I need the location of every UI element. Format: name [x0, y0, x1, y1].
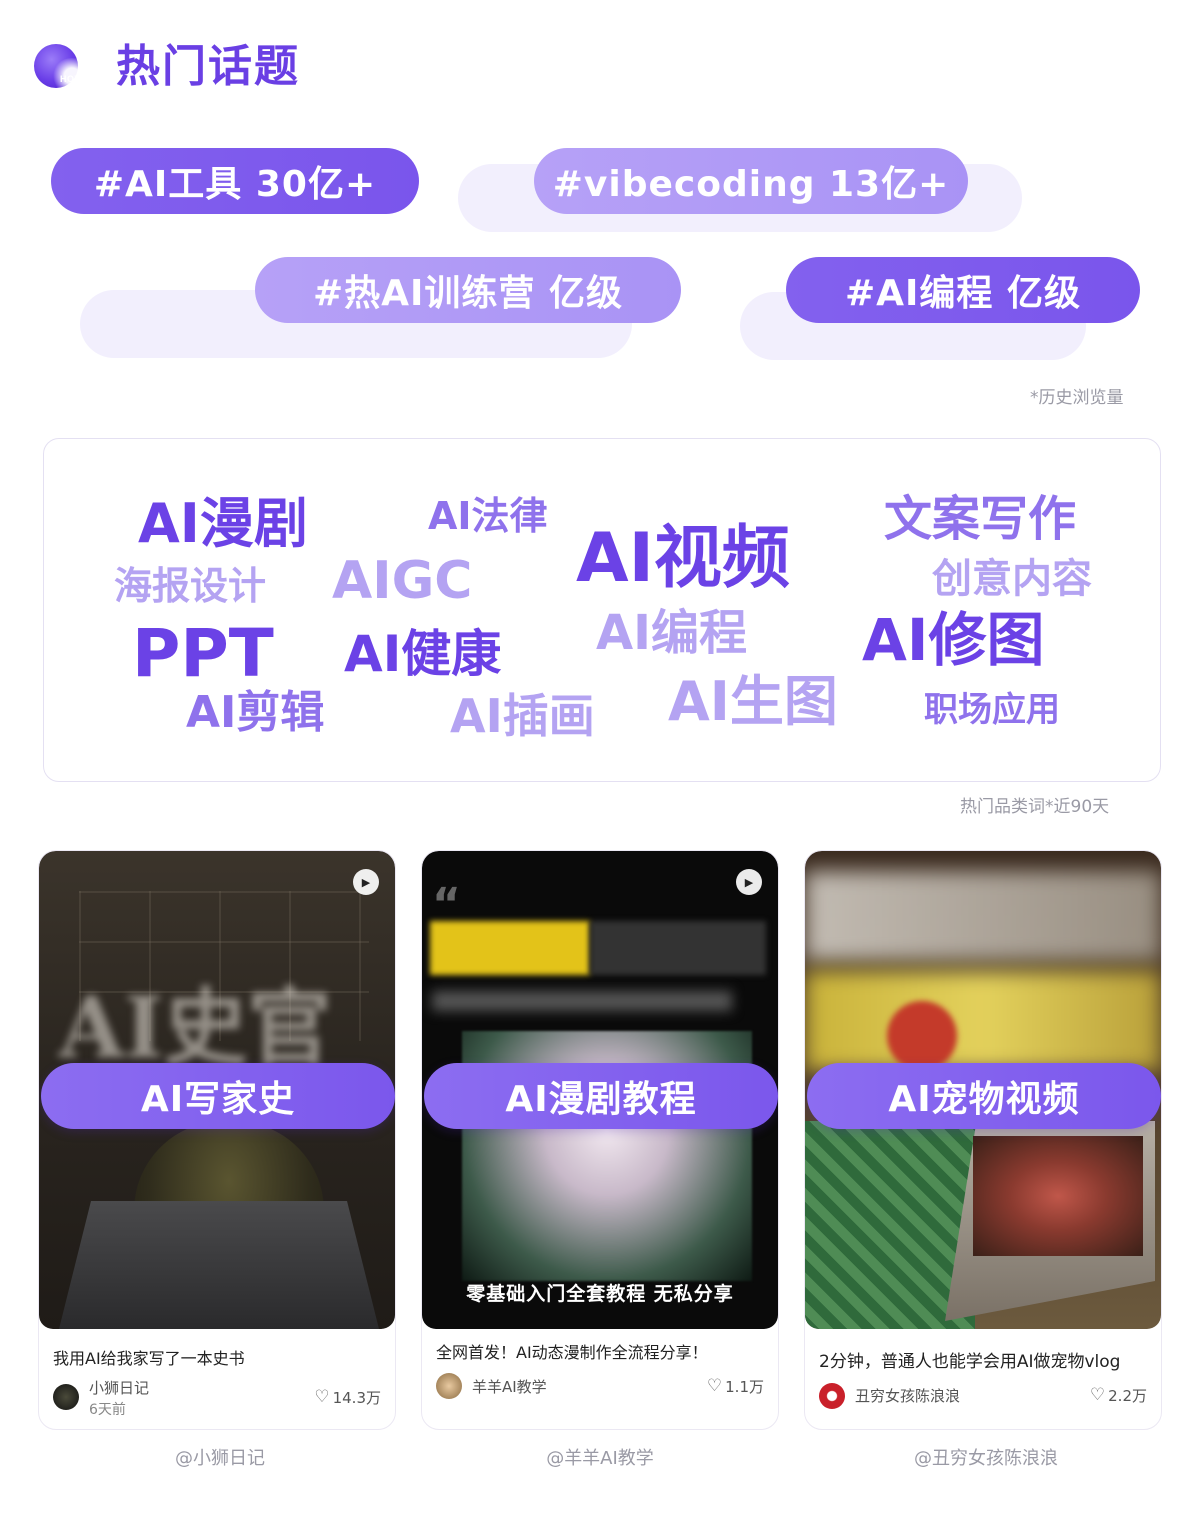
cloud-word[interactable]: AI视频 [576, 525, 790, 593]
avatar[interactable] [436, 1373, 462, 1399]
cloud-word[interactable]: AI剪辑 [186, 691, 324, 735]
author-name[interactable]: 羊羊AI教学 [472, 1376, 547, 1397]
like-count[interactable]: ♡ 1.1万 [707, 1376, 764, 1397]
topic-pill-ai-tools[interactable]: #AI工具 30亿+ [51, 148, 419, 214]
card-title[interactable]: 全网首发！AI动态漫制作全流程分享！ [436, 1339, 768, 1363]
card-credit: @羊羊AI教学 [546, 1448, 654, 1469]
avatar[interactable] [819, 1383, 845, 1409]
avatar[interactable] [53, 1384, 79, 1410]
cloud-word[interactable]: PPT [132, 621, 274, 687]
card-tag: AI写家史 [41, 1063, 395, 1129]
topic-pill-ai-coding[interactable]: #AI编程 亿级 [786, 257, 1140, 323]
like-count-value: 2.2万 [1108, 1387, 1147, 1405]
heart-icon: ♡ [706, 1376, 723, 1396]
cloud-word[interactable]: AI健康 [344, 629, 501, 679]
cloud-word[interactable]: AI漫剧 [138, 497, 308, 551]
hot-logo: HOT [34, 44, 96, 96]
like-count[interactable]: ♡ 14.3万 [314, 1387, 381, 1408]
card-title[interactable]: 2分钟，普通人也能学会用AI做宠物vlog [819, 1347, 1151, 1372]
cloud-word[interactable]: AIGC [332, 555, 472, 607]
video-card[interactable]: “ 零基础入门全套教程 无私分享 ▶ AI漫剧教程 全网首发！AI动态漫制作全流… [421, 850, 779, 1430]
cloud-word[interactable]: AI生图 [668, 675, 838, 729]
card-tag: AI漫剧教程 [424, 1063, 778, 1129]
play-icon[interactable]: ▶ [353, 869, 379, 895]
heart-icon: ♡ [314, 1387, 330, 1407]
topic-pill-vibecoding[interactable]: #vibecoding 13亿+ [534, 148, 968, 214]
cloud-word[interactable]: AI插画 [450, 693, 595, 739]
card-tag: AI宠物视频 [807, 1063, 1161, 1129]
card-title[interactable]: 我用AI给我家写了一本史书 [53, 1345, 385, 1369]
post-time: 6天前 [89, 1402, 126, 1418]
like-count[interactable]: ♡ 2.2万 [1090, 1385, 1147, 1406]
topics-note: *历史浏览量 [1030, 388, 1124, 408]
video-card[interactable]: AI史官 ▶ AI写家史 我用AI给我家写了一本史书 小狮日记 6天前 ♡ 14… [38, 850, 396, 1430]
word-cloud-note: 热门品类词*近90天 [960, 797, 1110, 817]
hot-logo-text: HOT [60, 74, 81, 84]
page-title: 热门话题 [116, 41, 300, 92]
topic-pill-ai-camp[interactable]: #热AI训练营 亿级 [255, 257, 681, 323]
cloud-word[interactable]: AI编程 [596, 609, 747, 657]
card-credit: @小狮日记 [175, 1448, 265, 1469]
thumbnail-caption: 零基础入门全套教程 无私分享 [466, 1283, 734, 1305]
word-cloud: AI漫剧 AI法律 AI视频 文案写作 海报设计 AIGC 创意内容 PPT A… [43, 438, 1161, 782]
cloud-word[interactable]: AI法律 [428, 497, 548, 535]
like-count-value: 14.3万 [332, 1389, 381, 1407]
heart-icon: ♡ [1089, 1385, 1106, 1405]
cloud-word[interactable]: AI修图 [862, 611, 1044, 669]
cloud-word[interactable]: 创意内容 [932, 559, 1092, 599]
author-name[interactable]: 丑穷女孩陈浪浪 [855, 1385, 960, 1406]
author-name[interactable]: 小狮日记 [89, 1377, 149, 1398]
cloud-word[interactable]: 海报设计 [114, 567, 266, 605]
video-card[interactable]: AI宠物视频 2分钟，普通人也能学会用AI做宠物vlog 丑穷女孩陈浪浪 ♡ 2… [804, 850, 1162, 1430]
cloud-word[interactable]: 职场应用 [924, 693, 1060, 727]
cloud-word[interactable]: 文案写作 [884, 495, 1076, 543]
card-credit: @丑穷女孩陈浪浪 [914, 1448, 1058, 1469]
play-icon[interactable]: ▶ [736, 869, 762, 895]
like-count-value: 1.1万 [725, 1378, 764, 1396]
